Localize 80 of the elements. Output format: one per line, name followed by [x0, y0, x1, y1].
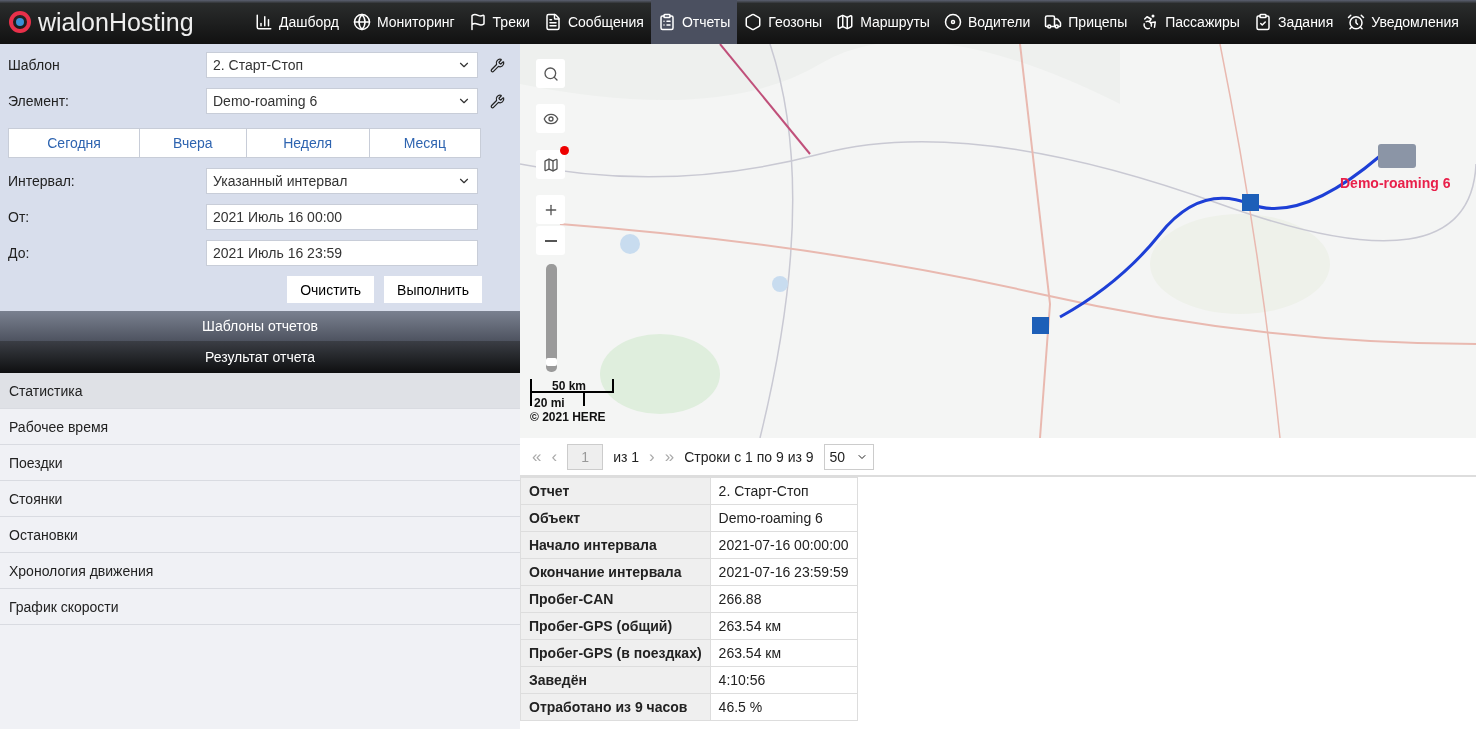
- nav-tab[interactable]: Пассажиры: [1134, 0, 1247, 44]
- field-label: От:: [8, 209, 31, 225]
- clipboard-icon: [657, 13, 676, 31]
- nav-tab[interactable]: Водители: [936, 0, 1038, 44]
- nav-tab[interactable]: Отчеты: [650, 0, 738, 44]
- logo: wialonHosting: [0, 0, 248, 44]
- table-cell: Отработано из 9 часов: [520, 693, 711, 721]
- page-count: из 1: [613, 448, 640, 465]
- zoom-in-button[interactable]: [536, 195, 565, 224]
- table-cell: Пробег-GPS (в поездках): [520, 639, 711, 667]
- table-cell: 4:10:56: [710, 666, 858, 694]
- table-cell: Начало интервала: [520, 531, 711, 559]
- search-icon: [542, 65, 559, 82]
- table-cell: 2021-07-16 23:59:59: [710, 558, 858, 586]
- table-cell: 263.54 км: [710, 612, 858, 640]
- result-item[interactable]: Статистика: [0, 373, 520, 409]
- section-header[interactable]: Шаблоны отчетов: [0, 311, 520, 341]
- copyright: © 2021 HERE: [530, 410, 606, 424]
- search-button[interactable]: [536, 59, 565, 88]
- checklist-icon: [1253, 13, 1272, 31]
- document-icon: [543, 13, 562, 31]
- table-cell: 46.5 %: [710, 693, 858, 721]
- table-cell: Отчет: [520, 477, 711, 505]
- map-icon: [836, 13, 855, 31]
- layers-button[interactable]: [536, 150, 565, 179]
- wrench-icon[interactable]: [490, 57, 505, 73]
- unit-label: Demo-roaming 6: [1340, 175, 1451, 191]
- minus-icon: [544, 239, 557, 242]
- table-cell: Объект: [520, 504, 711, 532]
- field-label: Интервал:: [8, 173, 76, 189]
- wrench-icon[interactable]: [490, 93, 505, 109]
- table-cell: Demo-roaming 6: [710, 504, 858, 532]
- table-cell: Пробег-CAN: [520, 585, 711, 613]
- select-field[interactable]: Demo-roaming 6: [206, 88, 478, 114]
- zoom-slider[interactable]: [546, 264, 557, 372]
- table-cell: Пробег-GPS (общий): [520, 612, 711, 640]
- section-header[interactable]: Результат отчета: [0, 341, 520, 373]
- scale-label: 50 km: [552, 379, 587, 393]
- eye-button[interactable]: [536, 104, 565, 133]
- field-label: Шаблон: [8, 57, 61, 73]
- zoom-out-button[interactable]: [536, 226, 565, 255]
- globe-icon: [352, 13, 371, 31]
- period-button[interactable]: Вчера: [139, 129, 246, 157]
- truck-icon: [1044, 13, 1063, 31]
- rows-info: Строки с 1 по 9 из 9: [684, 448, 814, 465]
- nav-tab[interactable]: Треки: [461, 0, 537, 44]
- nav-tab[interactable]: Маршруты: [829, 0, 937, 44]
- slider-thumb[interactable]: [546, 358, 557, 366]
- select-field[interactable]: Указанный интервал: [206, 168, 478, 194]
- period-button[interactable]: Сегодня: [9, 129, 140, 157]
- table-cell: 266.88: [710, 585, 858, 613]
- hexagon-icon: [744, 13, 763, 31]
- action-button[interactable]: Очистить: [287, 276, 375, 303]
- table-cell: Окончание интервала: [520, 558, 711, 586]
- per-page-select[interactable]: 50: [823, 443, 874, 470]
- field-label: Элемент:: [8, 93, 70, 109]
- nav-tab[interactable]: Уведомления: [1340, 0, 1466, 44]
- table-cell: 2021-07-16 00:00:00: [710, 531, 858, 559]
- alarm-clock-icon: [1347, 13, 1366, 31]
- input-field[interactable]: 2021 Июль 16 00:00: [206, 204, 478, 230]
- flag-icon: [468, 13, 487, 31]
- map-icon: [542, 156, 559, 173]
- input-field[interactable]: 2021 Июль 16 23:59: [206, 240, 478, 266]
- nav-tab[interactable]: Задания: [1246, 0, 1341, 44]
- nav-tab[interactable]: Геозоны: [737, 0, 830, 44]
- period-button[interactable]: Месяц: [368, 129, 480, 157]
- scale-label: 20 mi: [534, 396, 565, 410]
- field-label: До:: [8, 245, 31, 261]
- table-cell: 263.54 км: [710, 639, 858, 667]
- logo-icon: [8, 10, 32, 34]
- select-field[interactable]: 2. Старт-Стоп: [206, 52, 478, 78]
- table-cell: Заведён: [520, 666, 711, 694]
- nav-tab[interactable]: Сообщения: [536, 0, 651, 44]
- nav-tab[interactable]: Прицепы: [1037, 0, 1135, 44]
- bar-chart-icon: [255, 13, 273, 31]
- period-button[interactable]: Неделя: [245, 129, 369, 157]
- action-button[interactable]: Выполнить: [384, 276, 482, 303]
- table-cell: 2. Старт-Стоп: [710, 477, 858, 505]
- nav-tab[interactable]: Дашборд: [248, 0, 346, 44]
- nav-tab[interactable]: Мониторинг: [345, 0, 462, 44]
